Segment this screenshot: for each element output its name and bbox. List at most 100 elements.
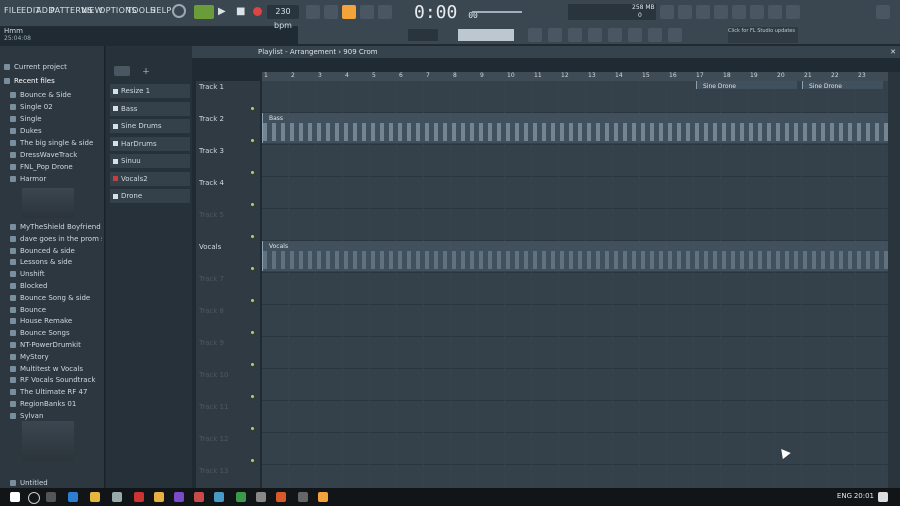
- browser-item[interactable]: NT-PowerDrumkit: [10, 340, 102, 351]
- browser-current-project[interactable]: Current project: [4, 62, 96, 73]
- track-mute-led[interactable]: [251, 299, 254, 302]
- language-indicator[interactable]: ENG: [837, 492, 852, 500]
- undo-icon[interactable]: [660, 5, 674, 19]
- track-name[interactable]: Vocals: [199, 243, 221, 251]
- channel-led[interactable]: [113, 193, 118, 199]
- cut-icon[interactable]: [678, 5, 692, 19]
- clip-track1-a[interactable]: Sine Drone: [696, 81, 797, 90]
- timeline-ruler[interactable]: 1 2 3 4 5 6 7 8 9 10 11 12 13 14 15 16 17 18 19 20 21 22 23: [262, 72, 888, 81]
- channel-item[interactable]: Bass: [110, 101, 190, 116]
- browser-item[interactable]: MyStory: [10, 352, 102, 363]
- track-mute-led[interactable]: [251, 171, 254, 174]
- chrome-icon[interactable]: [154, 492, 164, 502]
- browser-item[interactable]: The Ultimate RF 47: [10, 387, 102, 398]
- track-mute-led[interactable]: [251, 459, 254, 462]
- track-name[interactable]: Track 9: [199, 339, 224, 347]
- app-icon-6[interactable]: [256, 492, 266, 502]
- close-icon[interactable]: ✕: [890, 46, 896, 58]
- channel-item[interactable]: Vocals2: [110, 171, 190, 186]
- browser-item[interactable]: RF Vocals Soundtrack: [10, 375, 102, 386]
- wait-input-icon[interactable]: [324, 5, 338, 19]
- menu-help[interactable]: HELP: [150, 6, 172, 15]
- channel-led[interactable]: [113, 106, 118, 111]
- channel-led[interactable]: [113, 176, 118, 181]
- mixer-icon[interactable]: [750, 5, 764, 19]
- browser-item[interactable]: Bounce & Side: [10, 90, 102, 101]
- track-name[interactable]: Track 12: [199, 435, 228, 443]
- playlist-icon[interactable]: [528, 28, 542, 42]
- loop-record-icon[interactable]: [378, 5, 392, 19]
- stop-icon[interactable]: ■: [236, 6, 245, 17]
- channel-item[interactable]: Sine Drums: [110, 119, 190, 133]
- channel-item[interactable]: Drone: [110, 189, 190, 203]
- mixer-view-icon[interactable]: [588, 28, 602, 42]
- start-icon[interactable]: [10, 492, 20, 502]
- playlist-grid[interactable]: Sine Drone Sine Drone Bass Vocals: [262, 81, 889, 488]
- browser-item[interactable]: Untitled: [10, 478, 102, 488]
- folder-icon[interactable]: [90, 492, 100, 502]
- channel-led[interactable]: [113, 158, 118, 164]
- search-icon[interactable]: [28, 492, 40, 504]
- track-name[interactable]: Track 3: [199, 147, 224, 155]
- browser-item[interactable]: Unshift: [10, 269, 102, 280]
- app-icon-8[interactable]: [298, 492, 308, 502]
- browser-recent-files[interactable]: Recent files: [4, 76, 96, 87]
- pattern-song-toggle[interactable]: [194, 5, 214, 19]
- plugin-database-icon[interactable]: [876, 5, 890, 19]
- download-icon[interactable]: [786, 5, 800, 19]
- step-edit-icon[interactable]: [360, 5, 374, 19]
- track-mute-led[interactable]: [251, 395, 254, 398]
- browser-icon[interactable]: [608, 28, 622, 42]
- app-icon-4[interactable]: [214, 492, 224, 502]
- track-mute-led[interactable]: [251, 363, 254, 366]
- tempo-display[interactable]: 230 bpm: [267, 5, 299, 30]
- track-name[interactable]: Track 7: [199, 275, 224, 283]
- browser-item[interactable]: RegionBanks 01: [10, 399, 102, 410]
- master-volume-knob[interactable]: [172, 4, 186, 18]
- browser-item[interactable]: Blocked: [10, 281, 102, 292]
- track-mute-led[interactable]: [251, 267, 254, 270]
- add-channel-icon[interactable]: ＋: [142, 66, 150, 77]
- vertical-scrollbar[interactable]: [888, 72, 900, 488]
- task-view-icon[interactable]: [46, 492, 56, 502]
- browser-item[interactable]: Bounced & side: [10, 246, 102, 257]
- track-name[interactable]: Track 1: [199, 83, 224, 91]
- channel-item[interactable]: HarDrums: [110, 136, 190, 151]
- track-name[interactable]: Track 2: [199, 115, 224, 123]
- tempo-tap-icon[interactable]: [648, 28, 662, 42]
- fl-studio-icon[interactable]: [318, 492, 328, 502]
- track-mute-led[interactable]: [251, 235, 254, 238]
- record-icon[interactable]: [253, 7, 262, 16]
- mic-icon[interactable]: [696, 5, 710, 19]
- channel-rack-icon[interactable]: [568, 28, 582, 42]
- master-pitch-slider[interactable]: [472, 11, 522, 13]
- track-name[interactable]: Track 5: [199, 211, 224, 219]
- browser-item[interactable]: FNL_Pop Drone: [10, 162, 102, 173]
- help-icon[interactable]: [714, 5, 728, 19]
- pattern-select[interactable]: [458, 29, 514, 41]
- save-icon[interactable]: [732, 5, 746, 19]
- app-icon-1[interactable]: [134, 492, 144, 502]
- track-mute-led[interactable]: [251, 107, 254, 110]
- browser-item[interactable]: Harmor: [10, 174, 102, 185]
- plug-icon[interactable]: [668, 28, 682, 42]
- browser-item[interactable]: Dukes: [10, 126, 102, 137]
- browser-item[interactable]: Bounce Songs: [10, 328, 102, 339]
- browser-item[interactable]: Single 02: [10, 102, 102, 113]
- track-name[interactable]: Track 10: [199, 371, 228, 379]
- browser-item[interactable]: MyTheShield Boyfriend: [10, 222, 102, 233]
- snap-select[interactable]: [408, 29, 438, 41]
- browser-item[interactable]: dave goes in the prom store: [10, 234, 102, 245]
- browser-item[interactable]: The big single & side: [10, 138, 102, 149]
- browser-item[interactable]: Bounce: [10, 305, 102, 316]
- news-panel[interactable]: Click for FL Studio updates: [728, 27, 798, 43]
- browser-item[interactable]: Single: [10, 114, 102, 125]
- clip-track2[interactable]: Bass: [262, 113, 889, 143]
- metronome-icon[interactable]: [306, 5, 320, 19]
- app-icon-7[interactable]: [276, 492, 286, 502]
- browser-item[interactable]: DressWaveTrack: [10, 150, 102, 161]
- countdown-icon[interactable]: [342, 5, 356, 19]
- track-name[interactable]: Track 11: [199, 403, 228, 411]
- chat-icon[interactable]: [768, 5, 782, 19]
- browser-item[interactable]: Lessons & side: [10, 257, 102, 268]
